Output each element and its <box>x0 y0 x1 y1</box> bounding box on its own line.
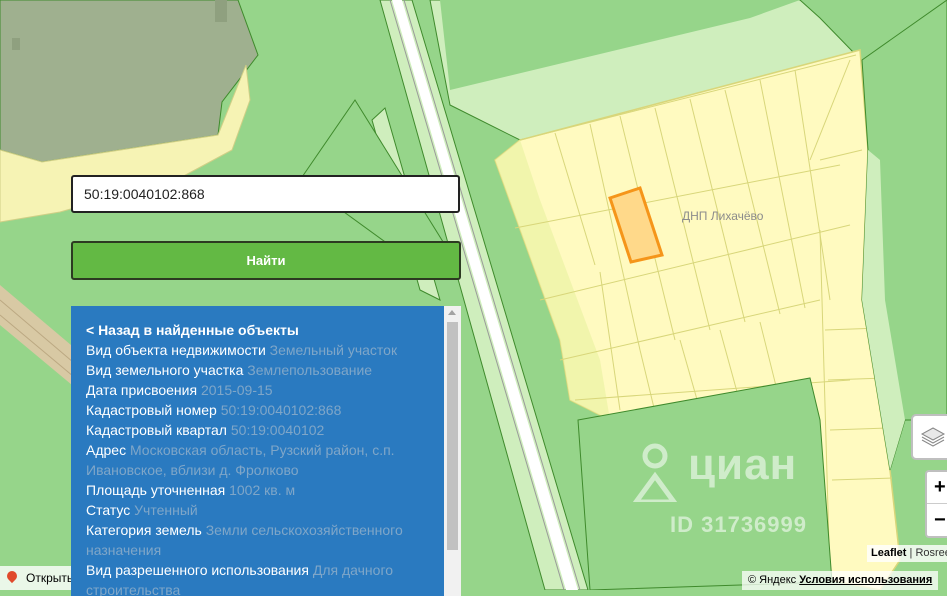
find-button-label: Найти <box>246 253 286 268</box>
yandex-copyright-text: © Яндекс <box>748 574 797 586</box>
search-input[interactable] <box>71 175 460 213</box>
cian-logo-icon <box>632 443 678 502</box>
info-row: Дата присвоения 2015-09-15 <box>86 380 416 400</box>
info-value: 50:19:0040102 <box>230 422 325 438</box>
info-row: Статус Учтенный <box>86 500 416 520</box>
open-label: Открыть <box>26 571 71 585</box>
terms-link[interactable]: Условия использования <box>799 574 932 586</box>
rosreestr-link[interactable]: Rosreestr <box>915 547 947 559</box>
info-row: Вид разрешенного использования Для дачно… <box>86 560 416 596</box>
info-label: Вид разрешенного использования <box>86 562 309 578</box>
map-attribution: Leaflet | Rosreestr <box>867 545 947 562</box>
layers-icon <box>920 427 946 447</box>
map-pin-icon <box>4 568 20 584</box>
scrollbar-thumb[interactable] <box>447 322 458 550</box>
watermark-brand: циан <box>688 440 798 489</box>
scrollbar[interactable] <box>444 306 461 596</box>
info-value: Учтенный <box>134 502 198 518</box>
info-label: Статус <box>86 502 131 518</box>
back-link[interactable]: < Назад в найденные объекты <box>86 320 416 340</box>
info-label: Кадастровый квартал <box>86 422 227 438</box>
watermark: циан ID 31736999 <box>632 440 822 540</box>
watermark-id: ID 31736999 <box>670 512 807 537</box>
info-value: 2015-09-15 <box>200 382 273 398</box>
zoom-out-button[interactable]: − <box>927 504 947 536</box>
info-value: 1002 кв. м <box>229 482 296 498</box>
yandex-copyright: © Яндекс Условия использования <box>742 571 939 590</box>
leaflet-link[interactable]: Leaflet <box>871 547 906 559</box>
layers-button[interactable] <box>911 414 947 460</box>
info-row: Кадастровый квартал 50:19:0040102 <box>86 420 416 440</box>
info-content: < Назад в найденные объекты Вид объекта … <box>86 320 416 596</box>
info-row: Кадастровый номер 50:19:0040102:868 <box>86 400 416 420</box>
info-value: Московская область, Рузский район, с.п. … <box>86 442 395 478</box>
info-value: 50:19:0040102:868 <box>220 402 342 418</box>
info-label: Кадастровый номер <box>86 402 217 418</box>
info-row: Вид земельного участка Землепользование <box>86 360 416 380</box>
find-button[interactable]: Найти <box>71 241 461 280</box>
info-row: Адрес Московская область, Рузский район,… <box>86 440 416 480</box>
open-link[interactable]: Открыть <box>0 566 71 590</box>
info-value: Земельный участок <box>269 342 398 358</box>
info-label: Площадь уточненная <box>86 482 226 498</box>
info-row: Категория земель Земли сельскохозяйствен… <box>86 520 416 560</box>
info-row: Площадь уточненная 1002 кв. м <box>86 480 416 500</box>
info-value: Землепользование <box>247 362 373 378</box>
zoom-in-button[interactable]: + <box>927 472 947 504</box>
info-label: Адрес <box>86 442 127 458</box>
map-area-label: ДНП Лихачёво <box>682 209 764 223</box>
info-label: Вид земельного участка <box>86 362 244 378</box>
info-label: Категория земель <box>86 522 202 538</box>
info-row: Вид объекта недвижимости Земельный участ… <box>86 340 416 360</box>
info-panel[interactable]: < Назад в найденные объекты Вид объекта … <box>71 306 461 596</box>
scroll-up-arrow-icon[interactable] <box>448 310 456 315</box>
zoom-control: + − <box>925 470 947 538</box>
info-label: Вид объекта недвижимости <box>86 342 266 358</box>
info-label: Дата присвоения <box>86 382 198 398</box>
